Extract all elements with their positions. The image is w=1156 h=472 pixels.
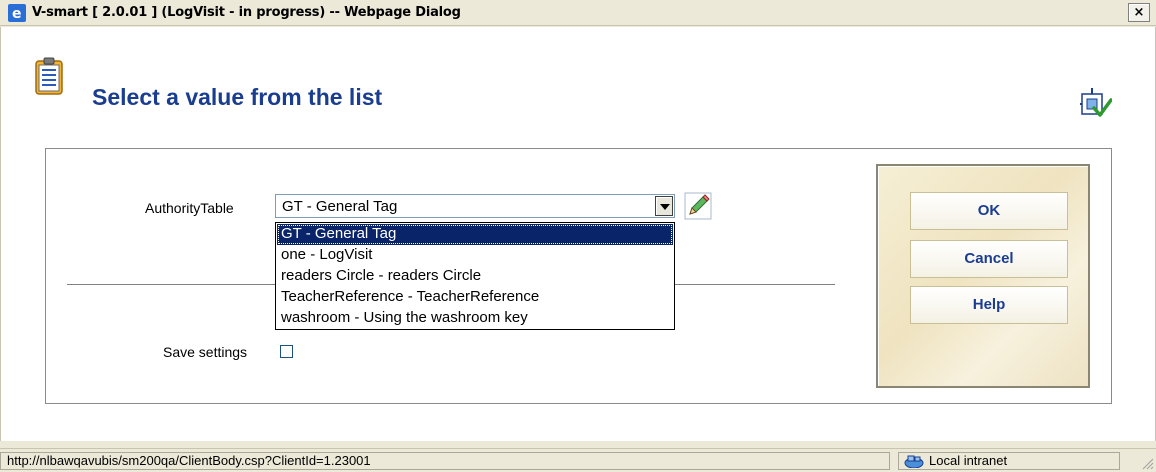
window-title: V-smart [ 2.0.01 ] (LogVisit - in progre…	[32, 5, 461, 20]
dropdown-option[interactable]: GT - General Tag	[277, 224, 673, 245]
resize-grip-icon[interactable]	[1140, 456, 1154, 470]
checklist-settings-icon[interactable]	[1080, 88, 1112, 120]
cancel-button[interactable]: Cancel	[910, 240, 1068, 278]
help-button[interactable]: Help	[910, 286, 1068, 324]
status-url: http://nlbawqavubis/sm200qa/ClientBody.c…	[0, 452, 890, 470]
security-zone: Local intranet	[898, 452, 1120, 470]
selected-value: GT - General Tag	[282, 198, 398, 215]
pencil-icon[interactable]	[684, 192, 712, 220]
page-title: Select a value from the list	[92, 84, 383, 110]
authority-table-dropdown[interactable]: GT - General Tag one - LogVisit readers …	[275, 222, 675, 330]
dropdown-option[interactable]: one - LogVisit	[277, 245, 673, 266]
dropdown-option[interactable]: TeacherReference - TeacherReference	[277, 287, 673, 308]
intranet-icon	[904, 455, 924, 468]
authority-table-label: AuthorityTable	[145, 200, 234, 216]
ok-button[interactable]: OK	[910, 192, 1068, 230]
save-settings-label: Save settings	[163, 344, 248, 360]
chevron-down-icon[interactable]	[655, 196, 673, 216]
save-settings-checkbox[interactable]	[280, 345, 293, 358]
window-title-bar[interactable]: e V-smart [ 2.0.01 ] (LogVisit - in prog…	[0, 0, 1156, 26]
clipboard-list-icon	[35, 57, 63, 95]
close-button[interactable]: ×	[1128, 3, 1150, 22]
dropdown-option[interactable]: washroom - Using the washroom key	[277, 308, 673, 329]
ie-icon: e	[8, 4, 26, 22]
authority-table-select[interactable]: GT - General Tag	[275, 194, 675, 218]
svg-text:e: e	[12, 6, 22, 22]
dropdown-option[interactable]: readers Circle - readers Circle	[277, 266, 673, 287]
status-bar: http://nlbawqavubis/sm200qa/ClientBody.c…	[0, 448, 1156, 472]
